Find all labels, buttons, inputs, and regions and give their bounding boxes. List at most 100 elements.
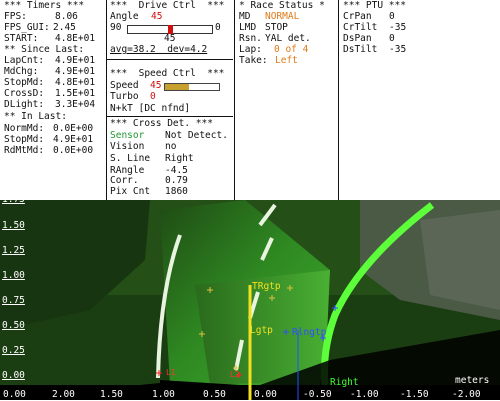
in-last-title: ** In Last: (4, 111, 67, 122)
in-rdmtmd-value: 0.0E+00 (53, 145, 94, 156)
speed-value: 45 (150, 80, 162, 91)
sensor-value: Not Detect. (165, 130, 228, 141)
angle-slider-max: 0 (215, 22, 221, 33)
sline-value: Right (165, 153, 194, 164)
since-dlight-value: 3.3E+04 (55, 99, 96, 110)
right-line-label: Right (330, 377, 359, 388)
angle-slider-value: 45 (164, 33, 176, 44)
sensor-label: Sensor (110, 130, 145, 141)
fpsgui-value: 2.45 (53, 22, 76, 33)
in-normmd-value: 0.0E+00 (53, 123, 94, 134)
in-rdmtmd-label: RdMtMd: (4, 145, 45, 156)
y-tick: 0.75 (2, 295, 25, 306)
rsn-value: YAL det. (265, 33, 311, 44)
angle-label: Angle (110, 11, 139, 22)
take-value: Left (275, 55, 298, 66)
drive-panel: *** Drive Ctrl *** Angle 45 90 0 45 avg=… (107, 0, 233, 200)
x-tick: 1.50 (100, 389, 123, 400)
x-tick: 0.00 (254, 389, 277, 400)
x-tick: 0.50 (203, 389, 226, 400)
take-label: Take: (239, 55, 268, 66)
rlngtp-label: Rlngtp (292, 327, 327, 338)
start-value: 4.8E+01 (55, 33, 96, 44)
in-stopmd-value: 4.9E+01 (53, 134, 94, 145)
ptu-panel: *** PTU *** CrPan 0 CrTilt -35 DsPan 0 D… (339, 0, 500, 200)
x-tick: 2.00 (52, 389, 75, 400)
race-status-panel: * Race Status * MD NORMAL LMD STOP Rsn. … (235, 0, 338, 200)
fps-label: FPS: (4, 11, 27, 22)
trgtp-label: TRgtp (252, 281, 281, 292)
start-label: START: (4, 33, 39, 44)
since-crossd-label: CrossD: (4, 88, 45, 99)
vision-label: Vision (110, 141, 145, 152)
md-label: MD (239, 11, 251, 22)
dstilt-label: DsTilt (343, 44, 378, 55)
x-tick: -2.00 (452, 389, 481, 400)
angle-slider-min: 90 (110, 22, 122, 33)
x-tick: -1.00 (350, 389, 379, 400)
drive-speed-divider (107, 59, 233, 60)
speed-cross-divider (107, 116, 233, 117)
speed-bar (164, 83, 220, 91)
sline-label: S. Line (110, 153, 151, 164)
since-stopmd-value: 4.8E+01 (55, 77, 96, 88)
turbo-label: Turbo (110, 91, 139, 102)
x-tick: -0.50 (303, 389, 332, 400)
md-value: NORMAL (265, 11, 300, 22)
units-label: meters (455, 375, 490, 386)
speed-label: Speed (110, 80, 139, 91)
corr-label: Corr. (110, 175, 139, 186)
angle-value: 45 (151, 11, 163, 22)
timers-title: *** Timers *** (4, 0, 85, 11)
x-tick: 0.00 (3, 389, 26, 400)
fpsgui-label: FPS_GUI: (4, 22, 50, 33)
in-normmd-label: NormMd: (4, 123, 45, 134)
ptu-title: *** PTU *** (343, 0, 406, 11)
lgtp-label: Lgtp (250, 325, 273, 336)
since-mdchg-label: MdChg: (4, 66, 39, 77)
since-crossd-value: 1.5E+01 (55, 88, 96, 99)
fps-value: 8.06 (55, 11, 78, 22)
crtilt-label: CrTilt (343, 22, 378, 33)
x-tick: 1.00 (152, 389, 175, 400)
lmd-value: STOP (265, 22, 288, 33)
pixcnt-label: Pix Cnt (110, 186, 151, 197)
dspan-label: DsPan (343, 33, 372, 44)
lmd-label: LMD (239, 22, 257, 33)
corr-value: 0.79 (165, 175, 188, 186)
y-tick: 1.50 (2, 220, 25, 231)
x-tick: -1.50 (400, 389, 429, 400)
nkt-status: N+kT [DC nfnd] (110, 103, 191, 114)
turbo-value: 0 (150, 91, 156, 102)
camera-image (0, 200, 500, 400)
cross-det-title: *** Cross Det. *** (110, 118, 213, 129)
since-mdchg-value: 4.9E+01 (55, 66, 96, 77)
y-tick: 0.50 (2, 320, 25, 331)
angle-stats: avg=38.2 dev=4.2 (110, 44, 208, 55)
since-lapcnt-label: LapCnt: (4, 55, 45, 66)
dstilt-value: -35 (389, 44, 407, 55)
since-stopmd-label: StopMd: (4, 77, 45, 88)
speed-ctrl-title: *** Speed Ctrl *** (110, 68, 225, 79)
camera-view: TRgtp Lgtp Rlngtp Right L1 L2 1.75 1.50 … (0, 194, 500, 400)
y-tick: 1.75 (2, 194, 25, 205)
y-tick: 0.25 (2, 345, 25, 356)
lap-value: 0 of 4 (274, 44, 309, 55)
lap-label: Lap: (239, 44, 262, 55)
speed-bar-fill (165, 84, 190, 90)
crpan-value: 0 (389, 11, 395, 22)
l2-label: L2 (230, 370, 240, 379)
since-last-title: ** Since Last: (4, 44, 85, 55)
l1-label: L1 (166, 368, 176, 377)
drive-ctrl-title: *** Drive Ctrl *** (110, 0, 225, 11)
pixcnt-value: 1860 (165, 186, 188, 197)
y-tick: 1.25 (2, 245, 25, 256)
timers-panel: *** Timers *** FPS: 8.06 FPS_GUI: 2.45 S… (0, 0, 105, 200)
rsn-label: Rsn. (239, 33, 262, 44)
crpan-label: CrPan (343, 11, 372, 22)
race-status-title: * Race Status * (239, 0, 325, 11)
y-tick: 0.00 (2, 370, 25, 381)
since-dlight-label: DLight: (4, 99, 45, 110)
since-lapcnt-value: 4.9E+01 (55, 55, 96, 66)
vision-value: no (165, 141, 177, 152)
